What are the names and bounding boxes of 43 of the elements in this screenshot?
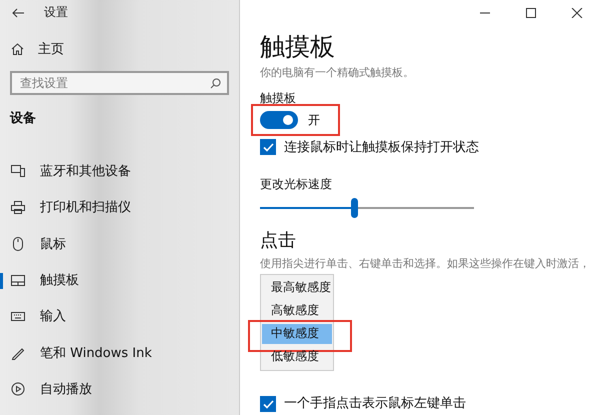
toggle-state: 开 [308,113,320,128]
section-description: 使用指尖进行单击、右键单击和选择。如果这些操作在键入时激活， [260,257,591,270]
checkmark-icon [262,142,274,152]
checkmark-icon [262,400,274,408]
sidebar-item[interactable]: 自动播放 [0,370,239,408]
checkbox-label: 连接鼠标时让触摸板保持打开状态 [284,140,479,156]
speed-slider[interactable] [260,198,474,218]
keyboard-icon [11,312,25,321]
close-icon[interactable] [571,8,583,18]
sidebar-item[interactable]: 笔和 Windows Ink [0,334,239,371]
toggle-switch[interactable] [260,111,298,130]
sidebar-item[interactable]: 蓝牙和其他设备 [0,153,239,190]
slider-thumb[interactable] [351,198,358,218]
touchpad-icon [11,274,25,286]
menu-item[interactable]: 低敏感度 [262,346,332,366]
menu-item[interactable]: 中敏感度 [262,324,332,344]
checkbox[interactable] [260,139,276,156]
back-icon[interactable] [12,8,24,18]
sidebar-item[interactable]: 鼠标 [0,226,239,262]
page-description: 你的电脑有一个精确式触摸板。 [260,66,415,79]
mouse-icon [13,236,23,251]
sidebar-item[interactable]: 触摸板 [0,262,239,298]
search-icon [210,78,221,89]
home-item[interactable]: 主页 [0,25,239,58]
sidebar-item[interactable]: 输入 [0,298,239,334]
pen-icon [11,346,25,360]
section-heading: 设备 [8,110,37,127]
checkbox-label: 一个手指点击表示鼠标左键单击 [284,396,466,412]
slider-label: 更改光标速度 [260,177,333,192]
printer-icon [11,200,25,214]
maximize-icon[interactable] [525,8,537,18]
autoplay-icon [11,382,25,396]
home-icon [11,43,24,55]
sidebar-item[interactable]: 打印机和扫描仪 [0,189,239,226]
menu-item[interactable]: 高敏感度 [262,300,332,320]
search-field[interactable]: 查找设置 [10,71,229,95]
menu-item[interactable]: 最高敏感度 [262,278,332,298]
section-heading: 点击 [260,230,297,252]
window-title: 设置 [44,4,68,21]
page-title: 触摸板 [260,33,336,62]
checkbox[interactable] [260,396,276,412]
devices-icon [11,165,25,178]
toggle-label: 触摸板 [260,90,297,106]
